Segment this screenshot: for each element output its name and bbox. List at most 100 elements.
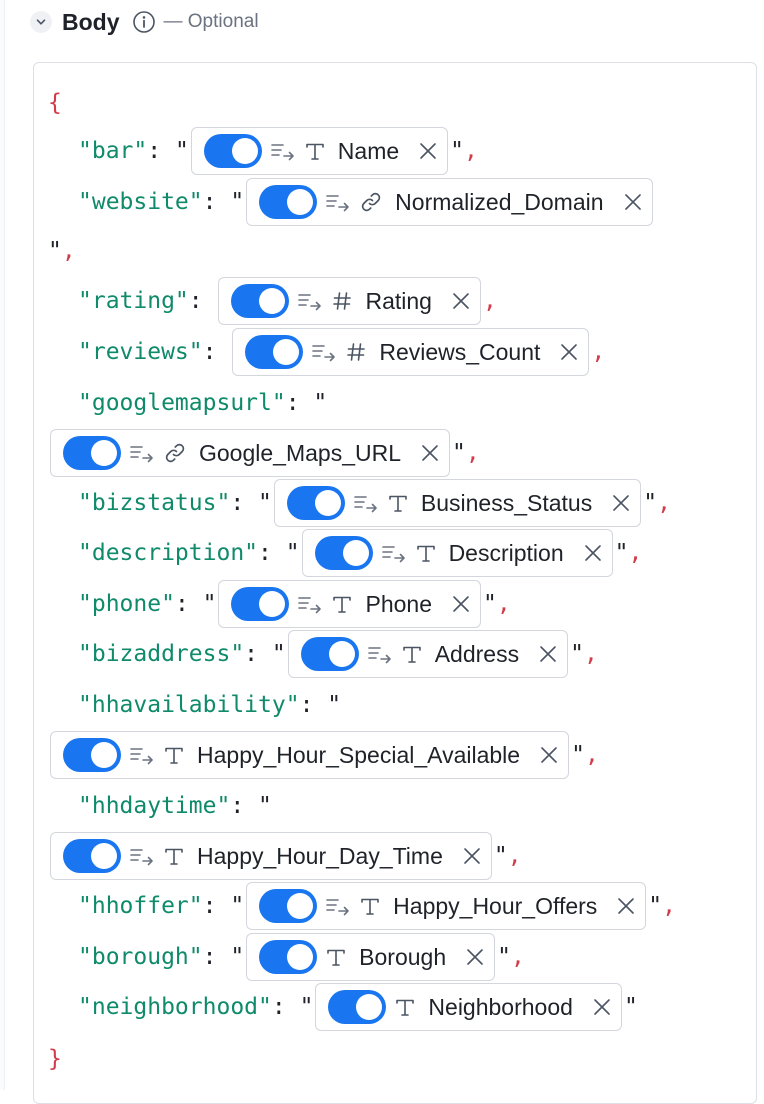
- json-key: "rating": [78, 288, 189, 314]
- text-type-icon: [401, 643, 423, 665]
- close-icon[interactable]: [615, 895, 637, 917]
- toggle-on-icon[interactable]: [328, 990, 387, 1024]
- list-arrow-icon[interactable]: [353, 492, 379, 514]
- list-arrow-icon[interactable]: [367, 643, 393, 665]
- chevron-down-icon: [36, 19, 46, 25]
- close-icon[interactable]: [450, 593, 472, 615]
- variable-chip[interactable]: Happy_Hour_Offers: [246, 882, 647, 930]
- toggle-on-icon[interactable]: [63, 839, 121, 873]
- json-key: "bizstatus": [78, 490, 231, 516]
- variable-chip[interactable]: Rating: [218, 277, 481, 325]
- left-rail: [0, 0, 5, 1090]
- close-brace-line: }: [48, 1034, 62, 1084]
- json-field-row: "rating": Rating,: [78, 276, 497, 326]
- list-arrow-icon[interactable]: [129, 442, 155, 464]
- text-type-icon: [163, 845, 185, 867]
- toggle-on-icon[interactable]: [300, 637, 359, 671]
- toggle-on-icon[interactable]: [63, 436, 121, 470]
- json-field-value-row: Happy_Hour_Special_Available ",: [48, 730, 599, 780]
- toggle-on-icon[interactable]: [245, 335, 304, 369]
- close-icon[interactable]: [582, 542, 604, 564]
- variable-chip[interactable]: Business_Status: [273, 479, 642, 527]
- json-field-value-row: Happy_Hour_Day_Time ",: [48, 831, 522, 881]
- variable-chip[interactable]: Description: [301, 529, 613, 577]
- list-arrow-icon[interactable]: [325, 191, 351, 213]
- hash-icon: [345, 341, 367, 363]
- toggle-on-icon[interactable]: [63, 738, 121, 772]
- toggle-on-icon[interactable]: [203, 134, 262, 168]
- toggle-on-icon[interactable]: [286, 486, 345, 520]
- json-body-editor[interactable]: { "bar": " Name ", "website": " Normalized_D…: [33, 62, 757, 1104]
- section-title: Body: [62, 8, 120, 35]
- close-icon[interactable]: [622, 191, 644, 213]
- toggle-on-icon[interactable]: [259, 185, 318, 219]
- variable-chip[interactable]: Neighborhood: [315, 983, 622, 1031]
- toggle-on-icon[interactable]: [259, 940, 318, 974]
- variable-label: Google_Maps_URL: [199, 439, 402, 466]
- close-icon[interactable]: [538, 744, 560, 766]
- variable-chip[interactable]: Borough: [246, 933, 496, 981]
- json-field-row: "reviews": Reviews_Count,: [78, 327, 605, 377]
- list-arrow-icon[interactable]: [311, 341, 337, 363]
- text-type-icon: [163, 744, 185, 766]
- json-field-row: "googlemapsurl": ": [78, 390, 328, 416]
- json-key: "hhoffer": [78, 893, 203, 919]
- variable-label: Name: [337, 137, 400, 164]
- json-field-row: "neighborhood": " Neighborhood ": [78, 982, 638, 1032]
- variable-label: Happy_Hour_Day_Time: [197, 842, 443, 869]
- json-key: "reviews": [78, 339, 203, 365]
- close-icon[interactable]: [537, 643, 559, 665]
- close-icon[interactable]: [610, 492, 632, 514]
- close-icon[interactable]: [417, 140, 439, 162]
- json-key: "borough": [78, 944, 203, 970]
- list-arrow-icon[interactable]: [270, 140, 296, 162]
- variable-chip[interactable]: Name: [190, 127, 449, 175]
- variable-label: Normalized_Domain: [395, 188, 604, 215]
- variable-label: Rating: [365, 287, 432, 314]
- close-icon[interactable]: [461, 845, 483, 867]
- variable-chip[interactable]: Happy_Hour_Special_Available: [50, 731, 570, 779]
- toggle-on-icon[interactable]: [314, 536, 373, 570]
- close-icon[interactable]: [450, 290, 472, 312]
- list-arrow-icon[interactable]: [129, 845, 155, 867]
- info-icon[interactable]: [132, 10, 156, 34]
- variable-label: Borough: [359, 943, 447, 970]
- variable-label: Description: [448, 539, 564, 566]
- variable-label: Business_Status: [420, 489, 593, 516]
- variable-chip[interactable]: Phone: [218, 580, 481, 628]
- list-arrow-icon[interactable]: [297, 593, 323, 615]
- json-field-row: "phone": " Phone ",: [78, 579, 511, 629]
- json-field-row: "hhavailability": ": [78, 692, 342, 718]
- toggle-on-icon[interactable]: [259, 889, 318, 923]
- close-icon[interactable]: [464, 946, 486, 968]
- variable-label: Address: [434, 640, 520, 667]
- list-arrow-icon[interactable]: [297, 290, 323, 312]
- toggle-on-icon[interactable]: [231, 284, 290, 318]
- json-key: "hhdaytime": [78, 793, 231, 819]
- close-icon[interactable]: [558, 341, 580, 363]
- variable-chip[interactable]: Happy_Hour_Day_Time: [50, 832, 492, 880]
- variable-chip[interactable]: Google_Maps_URL: [50, 429, 451, 477]
- json-field-row: "bizstatus": " Business_Status ",: [78, 478, 671, 528]
- variable-chip[interactable]: Address: [287, 630, 569, 678]
- json-field-value-row: Google_Maps_URL ",: [48, 428, 480, 478]
- list-arrow-icon[interactable]: [381, 542, 407, 564]
- json-key: "bizaddress": [78, 641, 245, 667]
- close-icon[interactable]: [419, 442, 441, 464]
- link-icon: [163, 441, 187, 465]
- collapse-chevron-button[interactable]: [30, 11, 52, 33]
- close-brace: }: [48, 1046, 62, 1072]
- variable-chip[interactable]: Normalized_Domain: [246, 178, 653, 226]
- text-type-icon: [415, 542, 437, 564]
- json-field-row-tail: ",: [48, 238, 76, 264]
- variable-chip[interactable]: Reviews_Count: [232, 328, 590, 376]
- list-arrow-icon[interactable]: [325, 895, 351, 917]
- toggle-on-icon[interactable]: [231, 587, 290, 621]
- close-icon[interactable]: [591, 996, 613, 1018]
- variable-label: Happy_Hour_Special_Available: [197, 741, 521, 768]
- link-icon: [359, 190, 383, 214]
- json-key: "googlemapsurl": [78, 390, 286, 416]
- json-key: "description": [78, 540, 259, 566]
- list-arrow-icon[interactable]: [129, 744, 155, 766]
- json-field-row: "hhdaytime": ": [78, 793, 272, 819]
